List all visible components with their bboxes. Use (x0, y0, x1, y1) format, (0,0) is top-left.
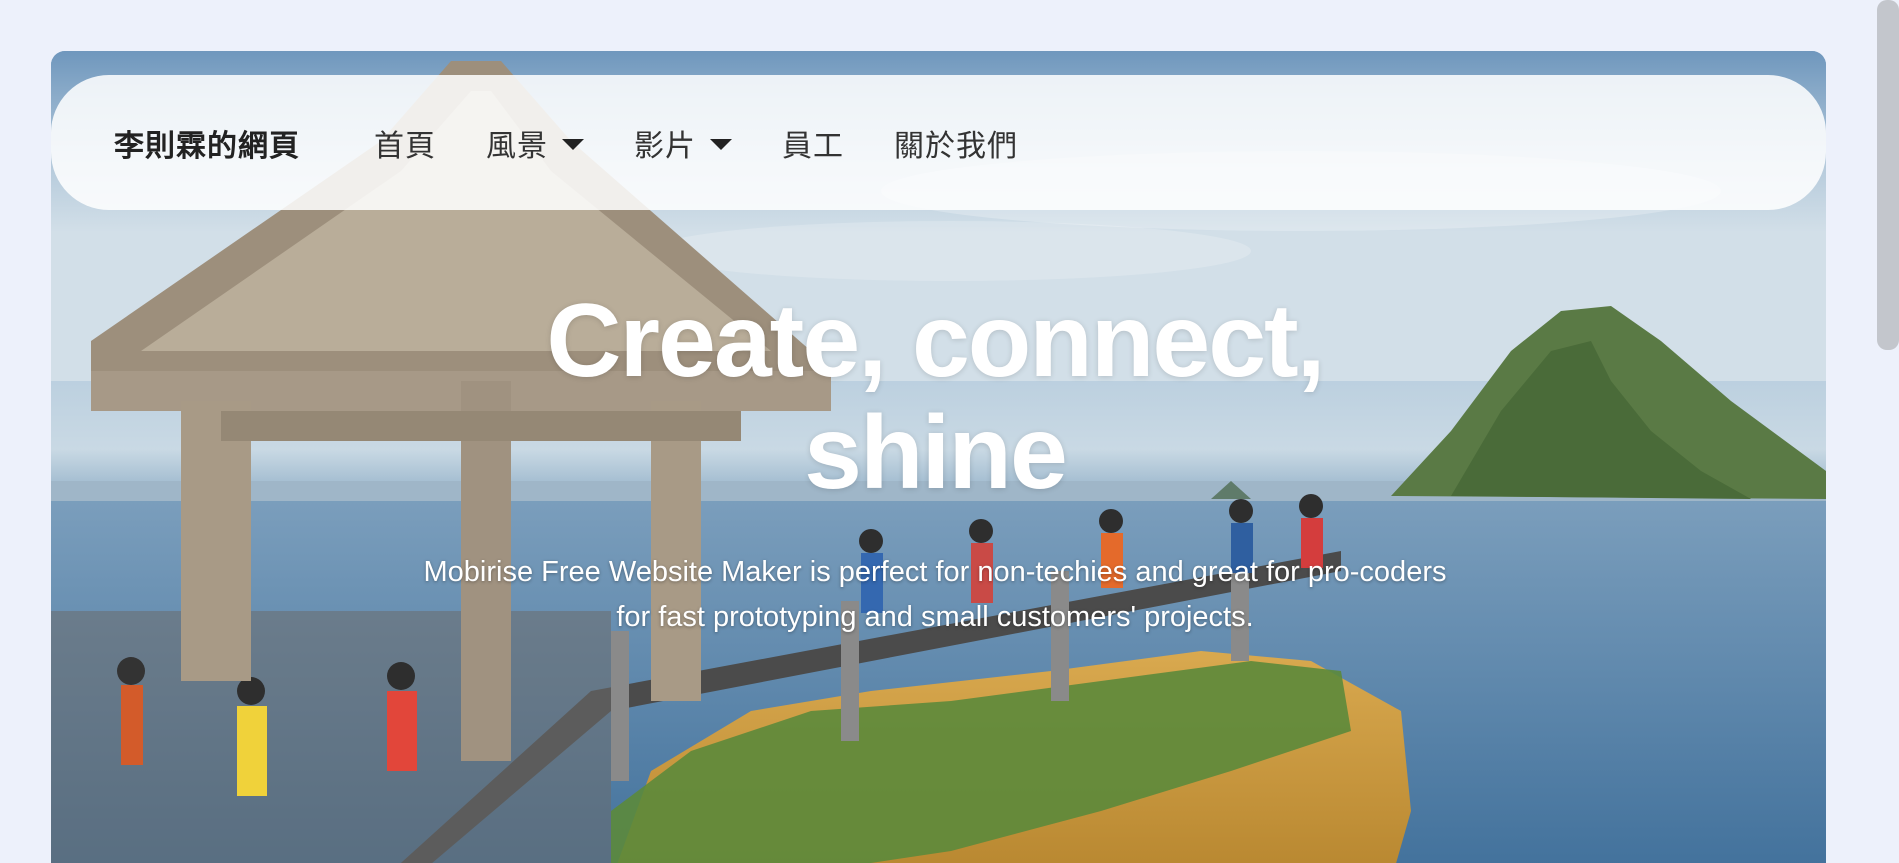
nav-item-about-us[interactable]: 關於我們 (894, 121, 1018, 165)
nav-item-label: 影片 (634, 129, 696, 163)
hero-headline-line-2: shine (804, 395, 1068, 511)
navbar: 李則霖的網頁 首頁 風景 影片 員工 關於我們 (51, 75, 1826, 210)
hero-headline-line-1: Create, connect, (546, 283, 1325, 399)
nav-item-videos[interactable]: 影片 (634, 121, 732, 165)
chevron-down-icon (710, 139, 732, 150)
page: 李則霖的網頁 首頁 風景 影片 員工 關於我們 Create, connect,… (0, 0, 1899, 863)
brand-logo-text[interactable]: 李則霖的網頁 (114, 121, 300, 165)
nav-item-home[interactable]: 首頁 (374, 121, 436, 165)
chevron-down-icon (562, 139, 584, 150)
hero-headline: Create, connect, shine (360, 285, 1510, 509)
vertical-scrollbar-thumb[interactable] (1877, 0, 1899, 350)
nav-item-label: 首頁 (374, 129, 436, 163)
hero-subtitle: Mobirise Free Website Maker is perfect f… (423, 556, 1447, 633)
nav-item-scenery[interactable]: 風景 (486, 121, 584, 165)
nav-item-staff[interactable]: 員工 (782, 121, 844, 165)
nav-item-label: 關於我們 (894, 129, 1018, 163)
nav-item-label: 風景 (486, 129, 548, 163)
nav-item-label: 員工 (782, 129, 844, 163)
